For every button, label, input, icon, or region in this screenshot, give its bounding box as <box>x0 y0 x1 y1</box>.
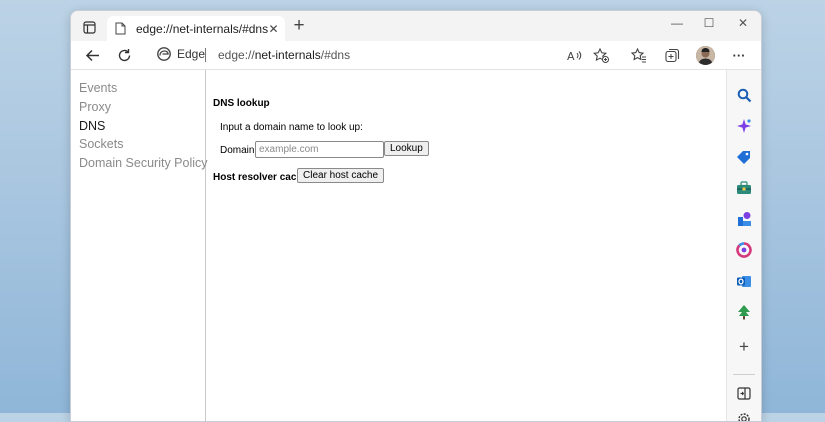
url-text[interactable]: edge://net-internals/#dns <box>218 48 350 62</box>
refresh-button[interactable] <box>113 45 135 65</box>
tab-net-internals[interactable]: edge://net-internals/#dns ✕ <box>107 16 285 41</box>
domain-input[interactable] <box>255 141 384 158</box>
tab-actions-icon <box>82 20 96 34</box>
games-icon[interactable] <box>735 210 753 228</box>
net-internals-nav: Events Proxy DNS Sockets Domain Security… <box>71 70 208 421</box>
add-icon[interactable]: + <box>735 337 753 356</box>
refresh-icon <box>118 48 130 61</box>
url-host: net-internals <box>254 48 321 62</box>
url-path: /#dns <box>320 48 351 62</box>
maximize-button[interactable]: ☐ <box>699 16 719 30</box>
more-icon: ··· <box>732 47 746 63</box>
clear-host-cache-button[interactable]: Clear host cache <box>297 168 385 183</box>
profile-avatar[interactable] <box>696 46 715 65</box>
collections-button[interactable] <box>661 45 683 65</box>
svg-text:A: A <box>567 50 575 62</box>
microsoft365-icon[interactable] <box>735 241 753 259</box>
settings-icon[interactable] <box>735 410 753 421</box>
split-screen-icon[interactable] <box>735 384 753 402</box>
new-tab-button[interactable]: + <box>289 15 309 37</box>
address-bar[interactable]: Edge edge://net-internals/#dns <box>149 43 619 67</box>
outlook-icon[interactable] <box>735 272 753 290</box>
address-divider <box>205 48 206 62</box>
tab-title: edge://net-internals/#dns <box>136 21 269 36</box>
url-prefix: edge:// <box>218 48 255 62</box>
read-aloud-button[interactable]: A <box>564 45 586 65</box>
favorites-icon <box>631 47 646 62</box>
minimize-button[interactable]: — <box>667 16 687 30</box>
nav-item-proxy[interactable]: Proxy <box>79 100 111 114</box>
add-favorite-button[interactable] <box>590 45 612 65</box>
edge-logo-icon <box>157 47 171 61</box>
site-label: Edge <box>177 47 206 61</box>
copilot-icon[interactable] <box>735 117 753 135</box>
lookup-button[interactable]: Lookup <box>384 141 429 156</box>
toolbox-icon[interactable] <box>735 179 753 197</box>
nav-item-domain-security-policy[interactable]: Domain Security Policy <box>79 156 208 170</box>
back-arrow-icon <box>85 49 99 61</box>
title-bar: edge://net-internals/#dns ✕ + — ☐ ✕ <box>71 11 761 41</box>
page-icon <box>115 21 126 37</box>
tree-icon[interactable] <box>735 303 753 321</box>
search-icon[interactable] <box>735 86 753 104</box>
add-glyph: + <box>739 337 749 356</box>
site-info[interactable]: Edge <box>157 47 205 61</box>
toolbar: Edge edge://net-internals/#dns A ··· <box>71 41 761 70</box>
nav-item-dns[interactable]: DNS <box>79 119 105 133</box>
settings-more-button[interactable]: ··· <box>728 45 750 65</box>
lookup-prompt: Input a domain name to look up: <box>220 122 363 133</box>
dns-lookup-heading: DNS lookup <box>213 98 270 109</box>
sidebar-divider <box>733 374 755 375</box>
nav-item-sockets[interactable]: Sockets <box>79 137 123 151</box>
back-button[interactable] <box>81 45 103 65</box>
nav-item-events[interactable]: Events <box>79 81 117 95</box>
tag-icon[interactable] <box>735 148 753 166</box>
page-content: Events Proxy DNS Sockets Domain Security… <box>71 70 726 421</box>
favorites-button[interactable] <box>628 45 650 65</box>
collections-icon <box>664 48 679 62</box>
host-resolver-cache-heading: Host resolver cache <box>213 172 309 183</box>
browser-window: edge://net-internals/#dns ✕ + — ☐ ✕ Edge… <box>70 10 762 422</box>
tab-close-icon[interactable]: ✕ <box>268 22 279 36</box>
dns-page: DNS lookup Input a domain name to look u… <box>213 70 718 421</box>
read-aloud-icon: A <box>567 50 582 62</box>
edge-sidebar: + <box>726 70 761 421</box>
close-window-button[interactable]: ✕ <box>733 16 753 30</box>
domain-label: Domain: <box>220 145 258 156</box>
star-add-icon <box>593 47 609 63</box>
tab-actions-button[interactable] <box>79 17 99 37</box>
